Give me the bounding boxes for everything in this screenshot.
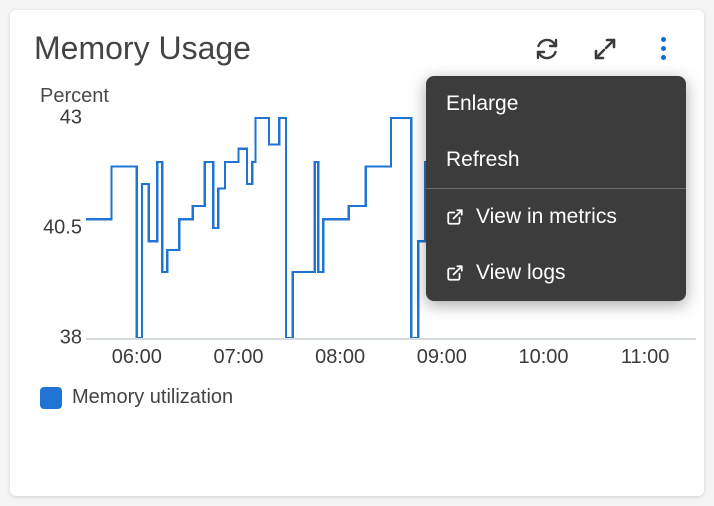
legend-swatch [40,387,62,409]
y-tick: 40.5 [36,217,82,240]
card-title: Memory Usage [34,30,251,67]
chart-legend: Memory utilization [40,386,680,409]
expand-icon [593,37,617,61]
series-line [86,118,455,338]
y-tick: 43 [36,107,82,130]
refresh-icon [535,37,559,61]
y-axis-ticks: 3840.543 [40,118,86,338]
enlarge-button[interactable] [592,36,618,62]
menu-item-label: Refresh [446,148,520,172]
x-tick: 08:00 [315,346,365,369]
menu-item-label: Enlarge [446,92,518,116]
refresh-button[interactable] [534,36,560,62]
y-tick: 38 [36,327,82,350]
menu-item-view-metrics[interactable]: View in metrics [426,189,686,245]
menu-item-label: View in metrics [476,205,617,229]
kebab-icon [661,37,666,60]
metrics-card: Memory Usage Percent 3840.5 [10,10,704,496]
external-link-icon [446,264,464,282]
card-toolbar [534,36,680,62]
actions-menu: Enlarge Refresh View in metrics View log… [426,76,686,301]
menu-item-enlarge[interactable]: Enlarge [426,76,686,132]
legend-label: Memory utilization [72,386,233,409]
card-header: Memory Usage [34,30,680,67]
x-tick: 10:00 [518,346,568,369]
x-tick: 07:00 [213,346,263,369]
more-actions-button[interactable] [650,36,676,62]
x-tick: 06:00 [112,346,162,369]
menu-item-view-logs[interactable]: View logs [426,245,686,301]
x-tick: 11:00 [621,346,670,369]
menu-item-refresh[interactable]: Refresh [426,132,686,188]
menu-item-label: View logs [476,261,566,285]
x-tick: 09:00 [417,346,467,369]
x-axis-ticks: 06:0007:0008:0009:0010:0011:00 [86,338,696,346]
external-link-icon [446,208,464,226]
